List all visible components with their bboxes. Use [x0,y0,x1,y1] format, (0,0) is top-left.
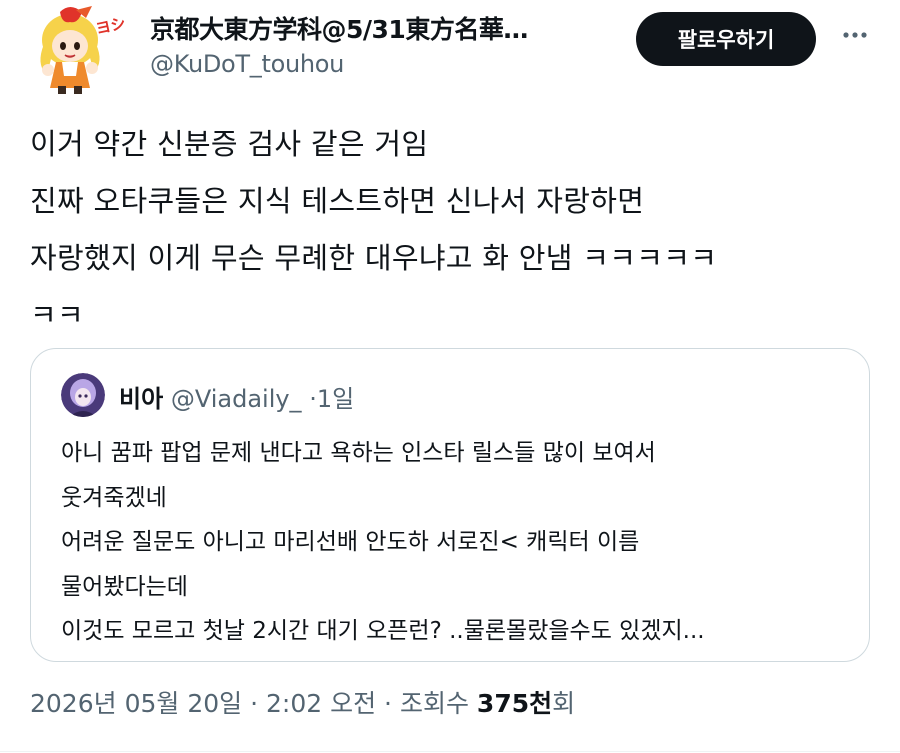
quote-line: 이것도 모르고 첫날 2시간 대기 오픈런? ..물론몰랐을수도 있겠지... [61,618,705,644]
follow-button[interactable]: 팔로우하기 [636,12,816,66]
quote-author-handle[interactable]: @Viadaily_ [171,385,302,413]
more-horizontal-icon[interactable] [840,20,870,50]
quote-time[interactable]: 1일 [317,385,354,413]
quote-author-name[interactable]: 비아 [119,385,163,413]
quote-text: 아니 꿈파 팝업 문제 낸다고 욕하는 인스타 릴스들 많이 보여서 웃겨죽겠네… [61,431,861,654]
quote-author-avatar[interactable] [61,373,105,417]
views-count: 375천 [476,689,553,718]
views-label: 조회수 [399,689,469,718]
tweet-text: 이거 약간 신분증 검사 같은 거임 진짜 오타쿠들은 지식 테스트하면 신나서… [30,116,880,344]
tweet-line: 이거 약간 신분증 검사 같은 거임 [30,127,429,161]
tweet-detail-page: ヨシ! 京都大東方学科@5/31東方名華… @KuDoT_touhou 팔로우하… [0,0,900,753]
tweet-date[interactable]: 2026년 05월 20일 [30,689,242,718]
quote-line: 어려운 질문도 아니고 마리선배 안도하 서로진< 캐릭터 이름 [61,529,640,555]
tweet-time[interactable]: 2:02 오전 [266,689,376,718]
avatar-speech-text: ヨシ! [94,13,126,38]
tweet-meta: 2026년 05월 20일 · 2:02 오전 · 조회수 375천회 [30,684,575,720]
quote-header: 비아 @Viadaily_ ·1일 [119,379,354,414]
author-name[interactable]: 京都大東方学科@5/31東方名華… [150,10,528,46]
tweet-line: ㅋㅋ [30,298,84,332]
meta-separator: · [384,689,392,718]
author-handle[interactable]: @KuDoT_touhou [150,50,344,78]
tweet-line: 자랑했지 이게 무슨 무례한 대우냐고 화 안냄 ㅋㅋㅋㅋㅋ [30,241,718,275]
quote-line: 물어봤다는데 [61,573,188,600]
quote-line: 웃겨죽겠네 [61,484,167,511]
quoted-tweet-card[interactable]: 비아 @Viadaily_ ·1일 아니 꿈파 팝업 문제 낸다고 욕하는 인스… [30,348,870,662]
divider [0,751,900,752]
quote-separator: · [309,385,317,413]
meta-separator: · [250,689,259,718]
views-suffix: 회 [552,689,576,718]
quote-line: 아니 꿈파 팝업 문제 낸다고 욕하는 인스타 릴스들 많이 보여서 [61,440,656,466]
author-avatar[interactable]: ヨシ! [30,4,126,96]
tweet-line: 진짜 오타쿠들은 지식 테스트하면 신나서 자랑하면 [30,184,645,218]
